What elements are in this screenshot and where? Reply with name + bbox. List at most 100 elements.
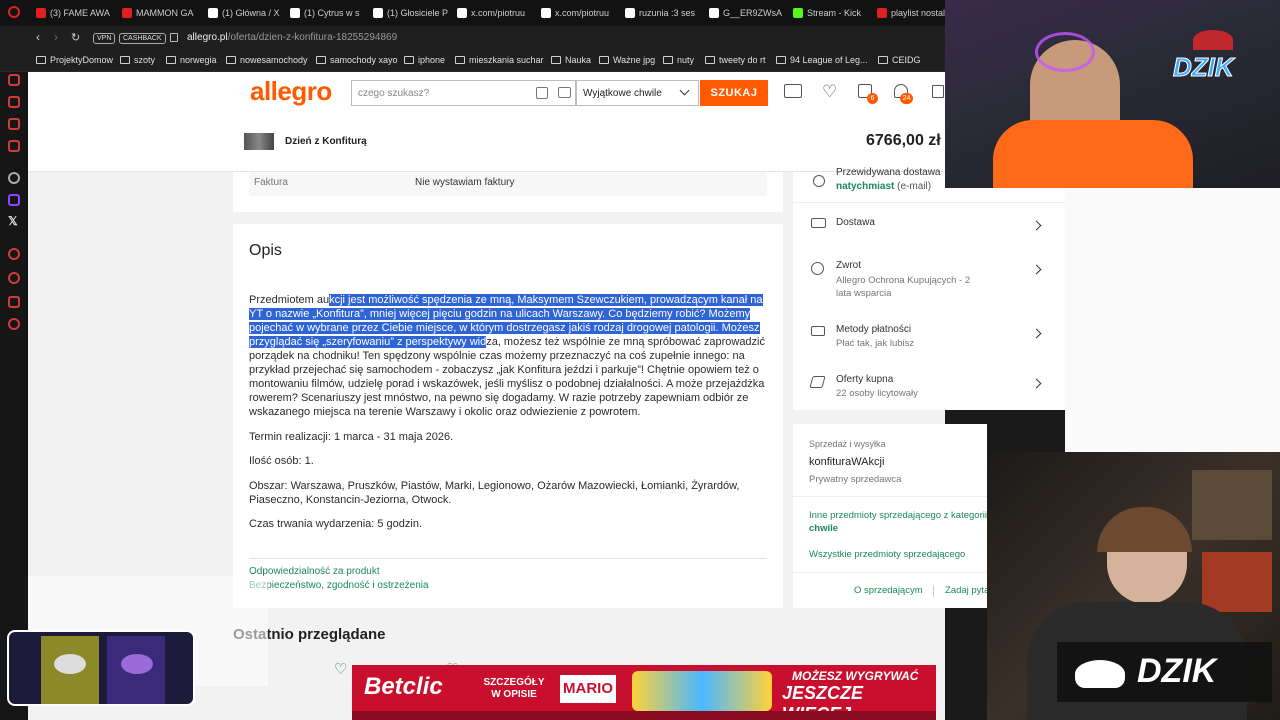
bookmark-label: mieszkania suchar	[469, 55, 544, 65]
folder-icon	[316, 56, 326, 64]
bookmark-item[interactable]: szoty	[120, 55, 155, 65]
offer-info-card: Przewidywana dostawa natychmiast (e-mail…	[793, 167, 1065, 410]
browser-tab[interactable]: G__ER9ZWsA	[709, 5, 789, 21]
history-icon[interactable]	[8, 74, 20, 86]
bookmark-label: samochody xayo	[330, 55, 398, 65]
tab-label: (3) FAME AWA	[50, 8, 110, 18]
list-icon[interactable]	[536, 87, 548, 99]
gear-icon[interactable]	[8, 318, 20, 330]
browser-tab[interactable]: ruzunia :3 ses	[625, 5, 705, 21]
invoice-label: Faktura	[254, 177, 288, 188]
sticky-product-bar: Dzień z Konfiturą 6766,00 zł	[28, 112, 945, 172]
search-button[interactable]: SZUKAJ	[700, 80, 768, 106]
seller-card: Sprzedaż i wysyłka konfituraWAkcji Prywa…	[793, 424, 1002, 608]
clock-icon[interactable]	[8, 272, 20, 284]
cart-history-icon[interactable]	[784, 84, 802, 98]
back-icon[interactable]: ‹	[36, 30, 40, 44]
delivery-row[interactable]: Dostawa	[793, 208, 1065, 238]
alert-widget	[7, 630, 195, 706]
tab-label: G__ER9ZWsA	[723, 8, 783, 18]
delivery-method: (e-mail)	[894, 181, 932, 192]
twitch-icon[interactable]	[8, 194, 20, 206]
streamer-hair	[1097, 507, 1192, 552]
tab-label: MAMMON GA	[136, 8, 194, 18]
browser-tab[interactable]: (3) FAME AWA	[36, 5, 116, 21]
return-row[interactable]: Zwrot Allegro Ochrona Kupujących - 2 lat…	[793, 250, 1065, 299]
bookmark-item[interactable]: ProjektyDomow	[36, 55, 113, 65]
favorite-heart-icon[interactable]: ♡	[334, 660, 347, 678]
tab-favicon-icon	[541, 8, 551, 18]
poster	[1202, 552, 1272, 612]
folder-icon	[36, 56, 46, 64]
x-icon[interactable]: 𝕏	[8, 214, 18, 228]
bookmark-item[interactable]: tweety do rt	[705, 55, 766, 65]
browser-tab[interactable]: MAMMON GA	[122, 5, 202, 21]
payment-row[interactable]: Metody płatności Płać tak, jak lubisz	[793, 320, 1065, 354]
extensions-icon[interactable]	[8, 296, 20, 308]
all-items-link[interactable]: Wszystkie przedmioty sprzedającego	[809, 549, 965, 560]
browser-tab[interactable]: (1) Główna / X	[208, 5, 288, 21]
folder-icon	[599, 56, 609, 64]
tab-favicon-icon	[36, 8, 46, 18]
bookmark-item[interactable]: iphone	[404, 55, 445, 65]
blank-area	[1065, 188, 1280, 452]
other-items-category[interactable]: chwile	[809, 523, 838, 534]
return-row-sub: Allegro Ochrona Kupujących - 2 lata wspa…	[836, 275, 971, 299]
music-icon[interactable]	[8, 140, 20, 152]
bookmark-item[interactable]: nuty	[663, 55, 694, 65]
bookmark-label: iphone	[418, 55, 446, 65]
description-paragraph[interactable]: Przedmiotem aukcji jest możliwość spędze…	[249, 293, 769, 419]
safety-link[interactable]: Bezpieczeństwo, zgodność i ostrzeżenia	[249, 580, 429, 591]
browser-tab[interactable]: (1) Głosiciele P	[373, 5, 453, 21]
neon-logo-icon	[1035, 32, 1095, 72]
search-input[interactable]: czego szukasz?	[351, 80, 576, 106]
allegro-header: allegro czego szukasz? Wyjątkowe chwile …	[28, 72, 945, 112]
bookmark-item[interactable]: 94 League of Leg...	[776, 55, 868, 65]
dzik-logo-bottom: DZIK	[1137, 652, 1217, 690]
responsibility-link[interactable]: Odpowiedzialność za produkt	[249, 566, 380, 577]
term-text: Termin realizacji: 1 marca - 31 maja 202…	[249, 431, 454, 443]
cashback-badge[interactable]: CASHBACK	[119, 33, 166, 44]
bookmark-item[interactable]: CEIDG	[878, 55, 921, 65]
reload-icon[interactable]: ↻	[71, 31, 80, 44]
shopping-icon[interactable]	[8, 96, 20, 108]
tab-favicon-icon	[457, 8, 467, 18]
url-field[interactable]: allegro.pl/oferta/dzien-z-konfitura-1825…	[187, 32, 397, 43]
product-thumbnail[interactable]	[244, 133, 274, 150]
tab-label: x.com/piotruu	[555, 8, 610, 18]
streamer-webcam-bottom: DZIK	[987, 452, 1280, 720]
browser-tab[interactable]: (1) Cytrus w s	[290, 5, 370, 21]
bookmark-item[interactable]: mieszkania suchar	[455, 55, 544, 65]
mail-icon[interactable]	[8, 118, 20, 130]
divider	[249, 558, 767, 559]
alert-icon-2	[121, 654, 153, 674]
bookmark-item[interactable]: nowesamochody	[226, 55, 308, 65]
chatgpt-icon[interactable]	[8, 172, 20, 184]
bookmark-item[interactable]: Nauka	[551, 55, 591, 65]
seller-name[interactable]: konfituraWAkcji	[809, 456, 884, 468]
heart-icon[interactable]: ♡	[822, 82, 837, 102]
bookmark-label: szoty	[134, 55, 156, 65]
bookmark-item[interactable]: Ważne jpg	[599, 55, 655, 65]
clock-icon	[813, 175, 825, 187]
browser-tab[interactable]: x.com/piotruu	[457, 5, 537, 21]
category-select[interactable]: Wyjątkowe chwile	[576, 80, 699, 106]
allegro-logo[interactable]: allegro	[250, 76, 332, 107]
camera-icon[interactable]	[558, 87, 571, 98]
other-items-link[interactable]: Inne przedmioty sprzedającego z kategori…	[809, 510, 987, 521]
vpn-badge[interactable]: VPN	[93, 33, 116, 44]
forward-icon[interactable]: ›	[54, 30, 58, 44]
bids-row-title: Oferty kupna	[836, 374, 894, 385]
cart-icon[interactable]	[932, 85, 944, 98]
bookmark-item[interactable]: samochody xayo	[316, 55, 398, 65]
tab-label: (1) Główna / X	[222, 8, 280, 18]
bids-row[interactable]: Oferty kupna 22 osoby licytowały	[793, 370, 1065, 404]
betclic-logo: Betclic	[364, 673, 443, 700]
about-seller-link[interactable]: O sprzedającym	[854, 585, 923, 596]
browser-tab[interactable]: Stream - Kick	[793, 5, 873, 21]
bookmark-label: ProjektyDomow	[50, 55, 114, 65]
opera-logo-icon[interactable]	[8, 6, 20, 18]
browser-tab[interactable]: x.com/piotruu	[541, 5, 621, 21]
bookmark-item[interactable]: norwegia	[166, 55, 217, 65]
settings-icon[interactable]	[8, 248, 20, 260]
